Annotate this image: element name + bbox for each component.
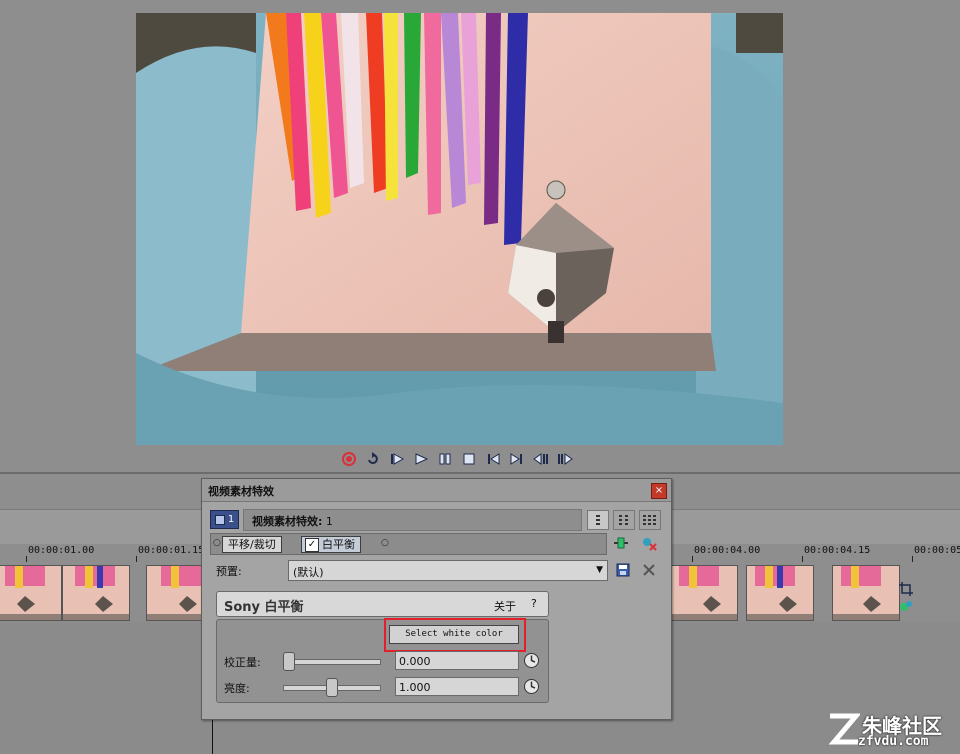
correction-value-field[interactable]: 0.000 (395, 651, 519, 670)
annotation-highlight-box (384, 618, 526, 652)
next-marker-icon[interactable] (508, 450, 526, 468)
plugin-panel: Sony 白平衡 关于 ? Select white color 校正量: 0.… (216, 591, 549, 703)
video-event-fx-dialog: 视频素材特效 × 1 视频素材特效: 1 ○ 平移/裁切 ✓ 白平衡 ○ 预置:… (201, 478, 672, 720)
view-columns-icon[interactable] (613, 510, 635, 530)
animate-clock-icon[interactable] (523, 678, 540, 695)
clip-badge-number: 1 (227, 514, 235, 525)
tick-mark (26, 556, 27, 562)
event-fx-icon[interactable] (898, 599, 914, 615)
timeline-tick: 00:00:01.00 (28, 545, 95, 556)
brightness-value-field[interactable]: 1.000 (395, 677, 519, 696)
chain-label: 视频素材特效: 1 (252, 513, 333, 529)
record-icon[interactable] (340, 450, 358, 468)
about-link[interactable]: 关于 (494, 598, 516, 614)
plugin-white-balance[interactable]: ✓ 白平衡 (301, 536, 361, 553)
chain-start-connector-icon: ○ (213, 538, 221, 548)
watermark-url: zfvdu.com (858, 734, 929, 749)
brightness-slider-thumb[interactable] (326, 678, 338, 697)
plugin-white-balance-label: 白平衡 (322, 538, 355, 551)
next-frame-icon[interactable] (556, 450, 574, 468)
timeline-tick: 00:00:04.00 (694, 545, 761, 556)
tick-mark (912, 556, 913, 562)
animate-clock-icon[interactable] (523, 652, 540, 669)
clip-thumbnail (670, 565, 738, 621)
close-button[interactable]: × (651, 483, 667, 499)
dialog-titlebar[interactable]: 视频素材特效 × (202, 479, 671, 502)
preview-frame-image (136, 13, 783, 445)
view-list-button[interactable] (587, 510, 609, 530)
clip-thumbnail (62, 565, 130, 621)
loop-icon[interactable] (364, 450, 382, 468)
delete-preset-icon[interactable] (641, 562, 657, 578)
timeline-separator (0, 472, 960, 474)
param-row-correction: 校正量: 0.000 (217, 650, 548, 672)
plugin-chain-add-icon[interactable] (613, 535, 629, 551)
prev-marker-icon[interactable] (484, 450, 502, 468)
plugin-header: Sony 白平衡 关于 ? (216, 591, 549, 617)
stop-icon[interactable] (460, 450, 478, 468)
clip-badge[interactable]: 1 (210, 510, 239, 529)
chain-label-text: 视频素材特效: (252, 515, 323, 528)
param-row-brightness: 亮度: 1.000 (217, 676, 548, 698)
crop-icon[interactable] (898, 581, 914, 597)
clip-thumbnail (0, 565, 62, 621)
timeline-tick: 00:00:04.15 (804, 545, 871, 556)
play-from-start-icon[interactable] (388, 450, 406, 468)
tick-mark (136, 556, 137, 562)
timeline-tick: 00:00:01.15 (138, 545, 205, 556)
param-label: 亮度: (224, 682, 250, 695)
prev-frame-icon[interactable] (532, 450, 550, 468)
preset-value: (默认) (293, 566, 324, 579)
clip-thumbnail (746, 565, 814, 621)
plugin-chain: ○ 平移/裁切 ✓ 白平衡 ○ (210, 533, 607, 555)
preset-label: 预置: (216, 565, 242, 578)
checkbox-icon[interactable]: ✓ (305, 538, 319, 552)
plugin-name: Sony 白平衡 (224, 600, 304, 615)
fx-chain-header: 1 视频素材特效: 1 (210, 509, 582, 531)
chain-index: 1 (325, 515, 333, 528)
film-icon (214, 514, 225, 525)
tick-mark (692, 556, 693, 562)
transport-controls (340, 449, 574, 469)
clip-thumbnail (832, 565, 900, 621)
chain-label-box: 视频素材特效: 1 (243, 509, 582, 531)
watermark-logo-icon (828, 713, 860, 745)
plugin-parameters: Select white color 校正量: 0.000 亮度: 1.000 (216, 618, 549, 703)
chain-end-connector-icon: ○ (381, 538, 389, 548)
param-label: 校正量: (224, 656, 261, 669)
video-preview (136, 13, 783, 445)
timeline-tick: 00:00:05 (914, 545, 960, 556)
save-preset-icon[interactable] (615, 562, 631, 578)
remove-plugin-icon[interactable] (641, 535, 657, 551)
plugin-pan-crop[interactable]: 平移/裁切 (222, 536, 282, 553)
correction-slider-track[interactable] (283, 659, 381, 665)
tick-mark (802, 556, 803, 562)
play-icon[interactable] (412, 450, 430, 468)
site-watermark: 朱峰社区 zfvdu.com (826, 708, 960, 754)
pause-icon[interactable] (436, 450, 454, 468)
preset-dropdown[interactable]: (默认) ▼ (288, 560, 608, 581)
dialog-title: 视频素材特效 (208, 485, 274, 498)
view-grid-icon[interactable] (639, 510, 661, 530)
chevron-down-icon: ▼ (596, 565, 603, 575)
correction-slider-thumb[interactable] (283, 652, 295, 671)
help-link[interactable]: ? (531, 597, 537, 610)
